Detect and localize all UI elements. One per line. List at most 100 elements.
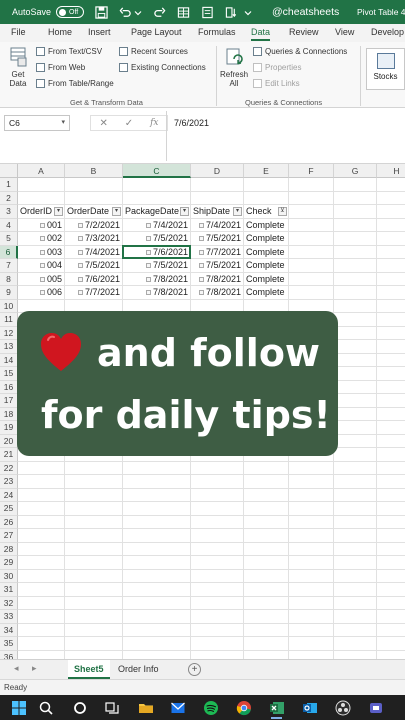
cell-g1[interactable] xyxy=(334,178,377,192)
cell-d35[interactable] xyxy=(191,637,244,651)
obs-icon[interactable] xyxy=(334,699,351,716)
cell-e9[interactable]: Complete xyxy=(244,286,289,300)
filter-dropdown-icon[interactable]: ▾ xyxy=(54,207,63,216)
cell-g11[interactable] xyxy=(334,313,377,327)
cell-a26[interactable] xyxy=(18,515,65,529)
cell-g26[interactable] xyxy=(334,515,377,529)
undo-icon[interactable] xyxy=(118,5,132,19)
cell-g8[interactable] xyxy=(334,272,377,286)
tab-file[interactable]: File xyxy=(11,27,26,37)
redo-icon[interactable] xyxy=(152,5,166,19)
cell-g28[interactable] xyxy=(334,542,377,556)
cell-g32[interactable] xyxy=(334,596,377,610)
cell-h18[interactable] xyxy=(377,408,405,421)
cell-g36[interactable] xyxy=(334,650,377,659)
cell-f33[interactable] xyxy=(289,610,334,624)
row-header[interactable]: 23 xyxy=(0,475,18,489)
task-view-icon[interactable] xyxy=(103,699,120,716)
cell-h22[interactable] xyxy=(377,462,405,475)
cell-a33[interactable] xyxy=(18,610,65,624)
cell-h1[interactable] xyxy=(377,178,405,192)
existing-connections-button[interactable]: Existing Connections xyxy=(119,63,206,72)
cell-d32[interactable] xyxy=(191,596,244,610)
error-indicator-icon[interactable] xyxy=(39,222,45,228)
cell-h6[interactable] xyxy=(377,246,405,259)
filter-dropdown-icon[interactable]: ▾ xyxy=(112,207,121,216)
check-icon[interactable]: ✓ xyxy=(125,118,133,129)
cell-g30[interactable] xyxy=(334,569,377,583)
cell-h7[interactable] xyxy=(377,259,405,273)
cell-e32[interactable] xyxy=(244,596,289,610)
cell-e3[interactable]: Check ⊻ xyxy=(244,205,289,219)
cell-d1[interactable] xyxy=(191,178,244,192)
cell-d27[interactable] xyxy=(191,529,244,543)
select-all-corner[interactable] xyxy=(0,164,18,178)
row-header[interactable]: 18 xyxy=(0,407,18,421)
error-indicator-icon[interactable] xyxy=(198,249,204,255)
cell-b8[interactable]: 7/6/2021 xyxy=(65,272,123,286)
error-indicator-icon[interactable] xyxy=(145,249,151,255)
error-indicator-icon[interactable] xyxy=(145,276,151,282)
cell-e6[interactable]: Complete xyxy=(244,245,289,259)
recent-sources-button[interactable]: Recent Sources xyxy=(119,47,188,56)
error-indicator-icon[interactable] xyxy=(145,236,151,242)
cell-e31[interactable] xyxy=(244,583,289,597)
cell-a27[interactable] xyxy=(18,529,65,543)
row-header[interactable]: 30 xyxy=(0,569,18,583)
cell-b26[interactable] xyxy=(65,515,123,529)
cell-h21[interactable] xyxy=(377,448,405,462)
cell-c34[interactable] xyxy=(123,623,191,637)
error-indicator-icon[interactable] xyxy=(198,236,204,242)
cell-c8[interactable]: 7/8/2021 xyxy=(123,272,191,286)
cell-g19[interactable] xyxy=(334,421,377,435)
row-header[interactable]: 5 xyxy=(0,232,18,246)
cell-a8[interactable]: 005 xyxy=(18,272,65,286)
cell-a25[interactable] xyxy=(18,502,65,516)
cell-a2[interactable] xyxy=(18,191,65,205)
error-indicator-icon[interactable] xyxy=(77,222,83,228)
cell-d29[interactable] xyxy=(191,556,244,570)
cell-h23[interactable] xyxy=(377,475,405,489)
cell-d31[interactable] xyxy=(191,583,244,597)
cell-a36[interactable] xyxy=(18,650,65,659)
cell-a4[interactable]: 001 xyxy=(18,218,65,232)
cell-d4[interactable]: 7/4/2021 xyxy=(191,218,244,232)
cell-f9[interactable] xyxy=(289,286,334,300)
from-web-button[interactable]: From Web xyxy=(36,63,85,72)
cell-c26[interactable] xyxy=(123,515,191,529)
row-header[interactable]: 16 xyxy=(0,380,18,394)
column-header-e[interactable]: E xyxy=(244,164,289,178)
cell-c31[interactable] xyxy=(123,583,191,597)
cell-d5[interactable]: 7/5/2021 xyxy=(191,232,244,246)
cell-c28[interactable] xyxy=(123,542,191,556)
cell-h32[interactable] xyxy=(377,597,405,610)
error-indicator-icon[interactable] xyxy=(198,263,204,269)
cell-e26[interactable] xyxy=(244,515,289,529)
properties-button[interactable]: Properties xyxy=(253,63,301,72)
from-table-range-button[interactable]: From Table/Range xyxy=(36,79,114,88)
row-header[interactable]: 26 xyxy=(0,515,18,529)
chevron-down-icon[interactable] xyxy=(134,5,142,19)
sheet-tab-order-info[interactable]: Order Info xyxy=(112,660,165,679)
error-indicator-icon[interactable] xyxy=(145,222,151,228)
row-header[interactable]: 14 xyxy=(0,353,18,367)
cell-c32[interactable] xyxy=(123,596,191,610)
cell-e5[interactable]: Complete xyxy=(244,232,289,246)
cell-b36[interactable] xyxy=(65,650,123,659)
cell-d22[interactable] xyxy=(191,461,244,475)
cell-h4[interactable] xyxy=(377,219,405,232)
cell-g25[interactable] xyxy=(334,502,377,516)
queries-connections-button[interactable]: Queries & Connections xyxy=(253,47,347,56)
cell-g9[interactable] xyxy=(334,286,377,300)
autosave-toggle[interactable]: Off xyxy=(56,6,85,18)
row-header[interactable]: 24 xyxy=(0,488,18,502)
cell-c24[interactable] xyxy=(123,488,191,502)
cell-b29[interactable] xyxy=(65,556,123,570)
cell-g6[interactable] xyxy=(334,245,377,259)
cell-c35[interactable] xyxy=(123,637,191,651)
windows-start-icon[interactable] xyxy=(10,699,27,716)
cell-a30[interactable] xyxy=(18,569,65,583)
cell-f31[interactable] xyxy=(289,583,334,597)
add-sheet-icon[interactable]: + xyxy=(188,663,201,676)
cell-c5[interactable]: 7/5/2021 xyxy=(123,232,191,246)
